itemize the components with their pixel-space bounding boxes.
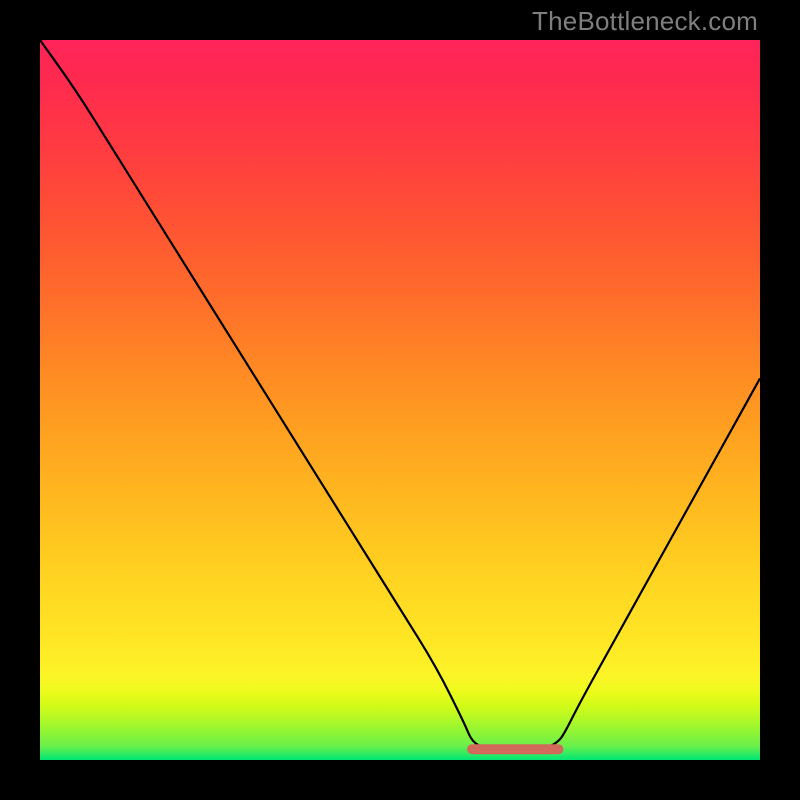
- watermark-text: TheBottleneck.com: [532, 6, 758, 37]
- bottleneck-chart: [40, 40, 760, 760]
- chart-frame: [40, 40, 760, 760]
- chart-background-gradient: [40, 40, 760, 760]
